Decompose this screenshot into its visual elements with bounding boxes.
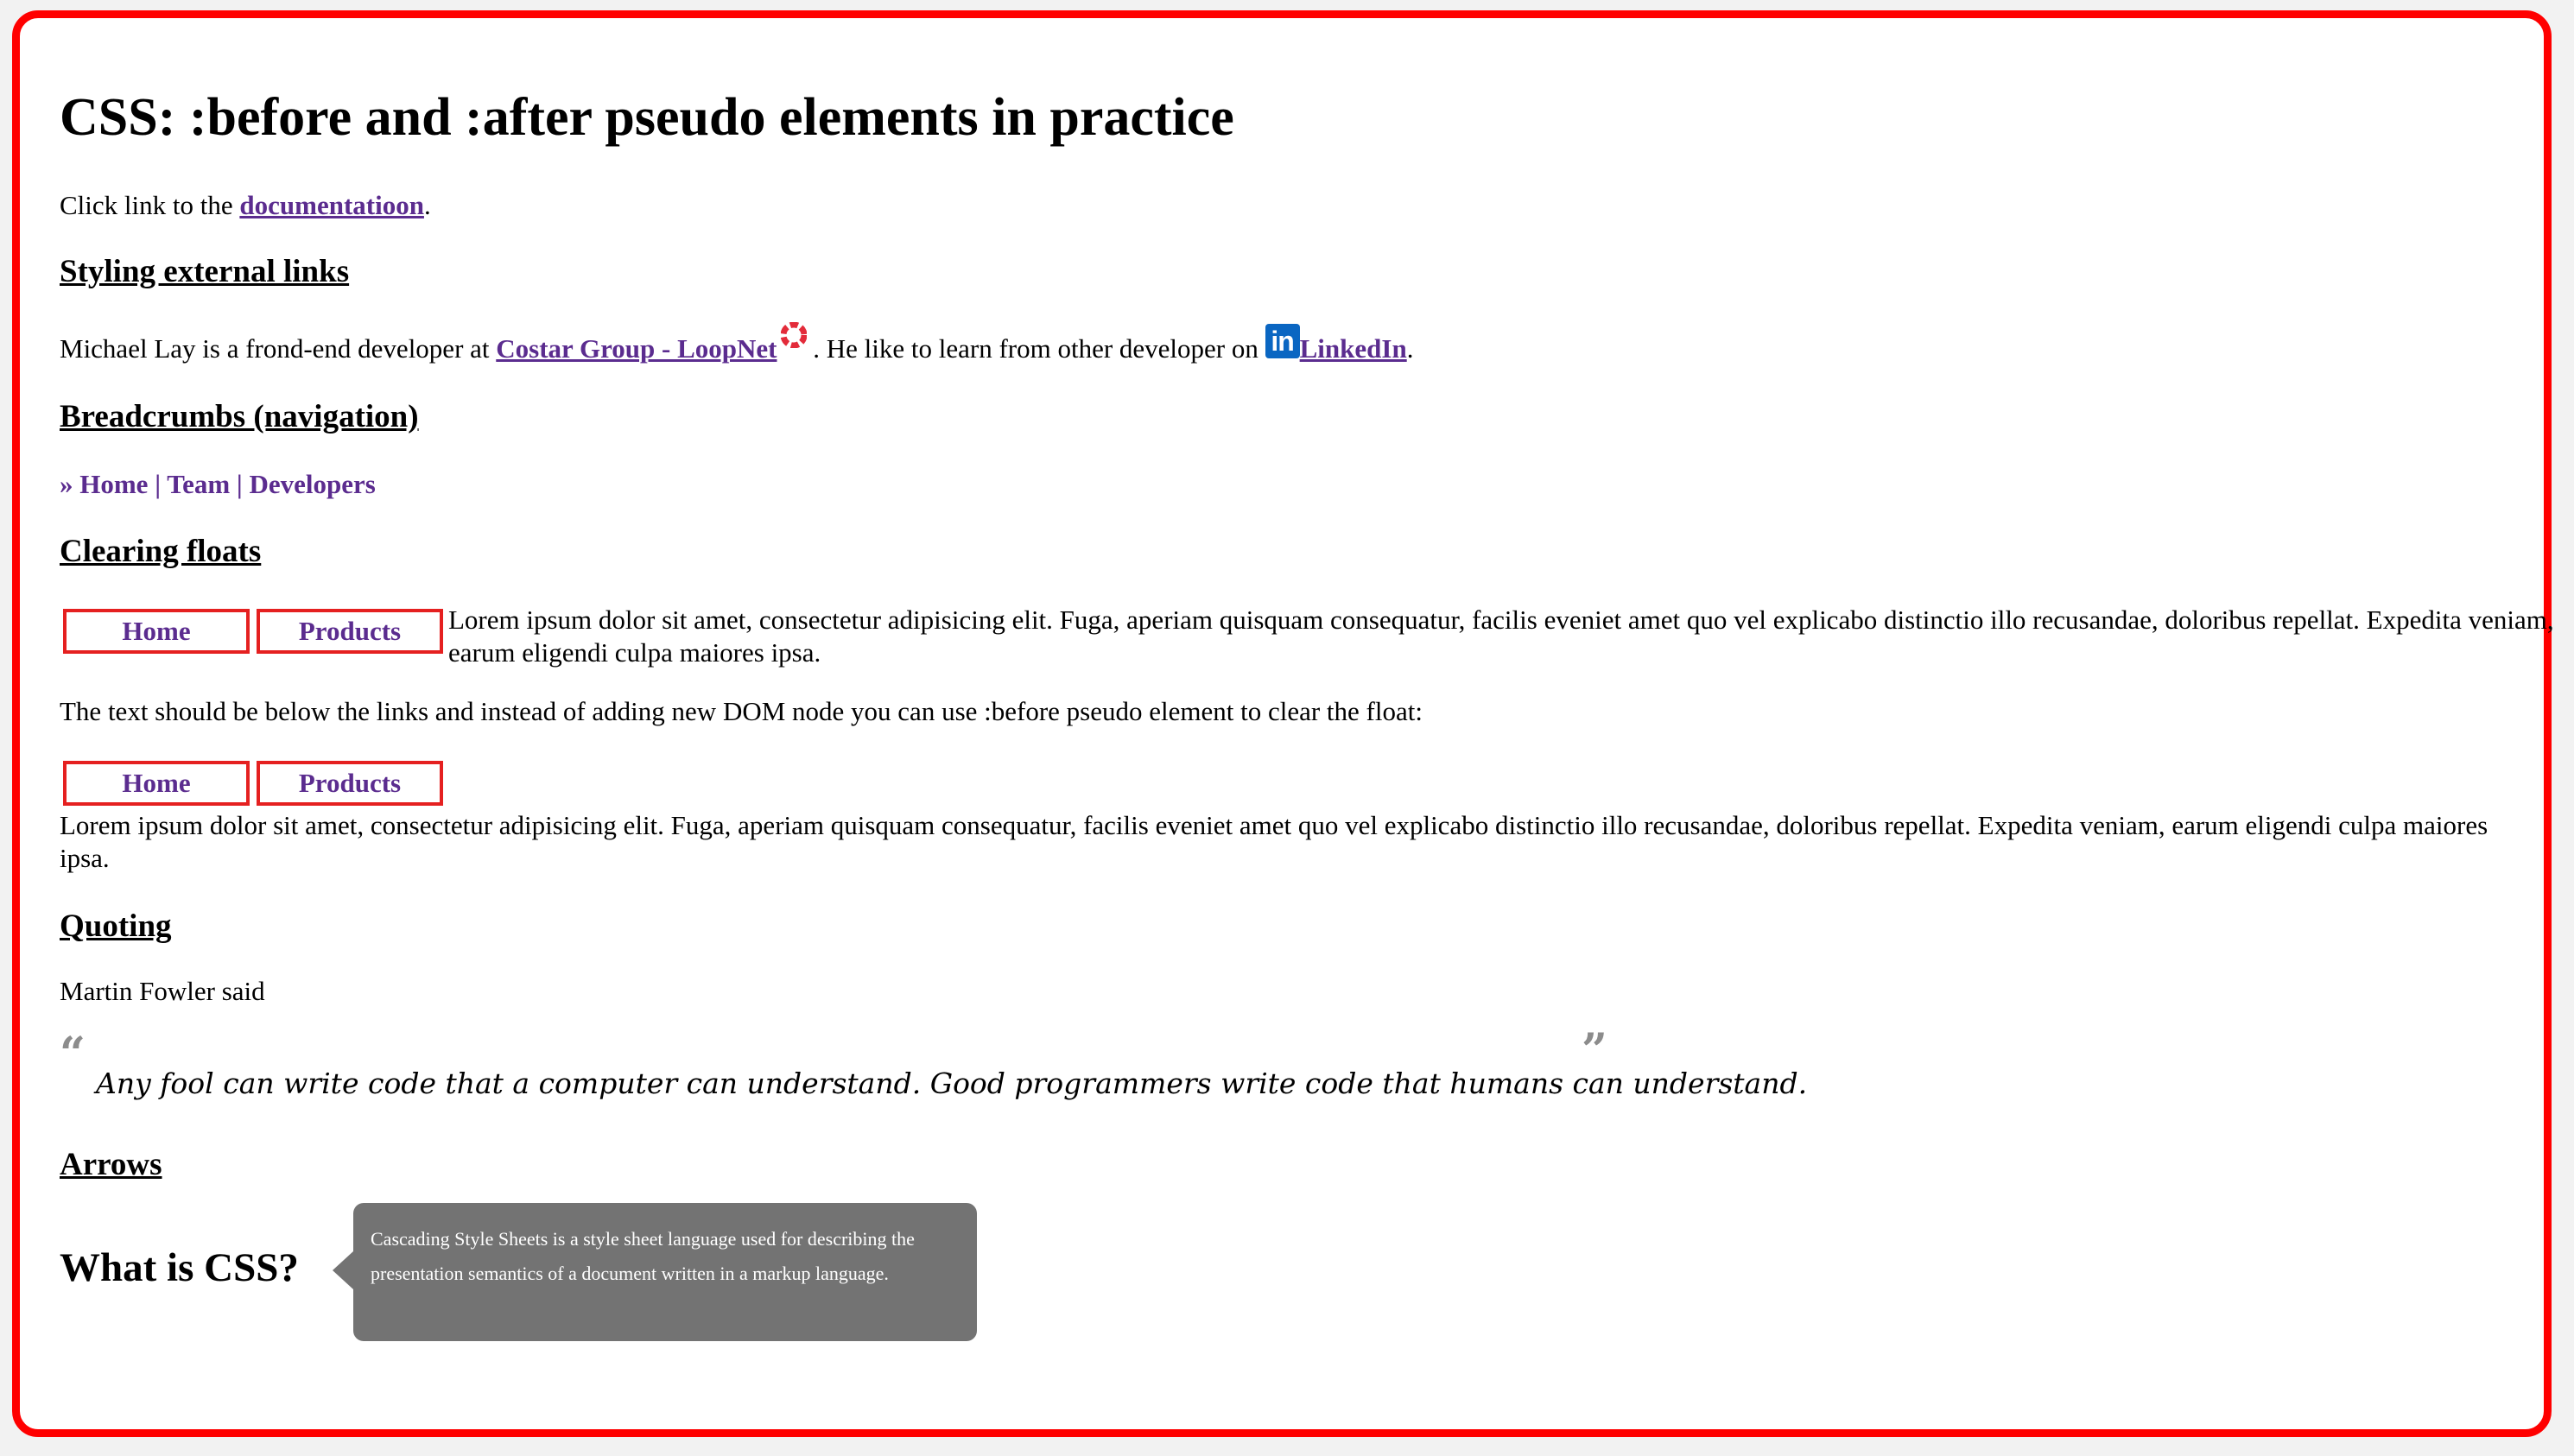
section-heading-arrows: Arrows <box>60 1147 162 1182</box>
breadcrumb: » Home | Team | Developers <box>60 469 376 500</box>
documentation-link[interactable]: documentatioon <box>239 190 424 220</box>
quote-text: Any fool can write code that a computer … <box>96 1067 1808 1100</box>
loopnet-link[interactable]: Costar Group - LoopNet <box>496 333 777 364</box>
page-title: CSS: :before and :after pseudo elements … <box>60 88 1234 147</box>
external-text-3: . <box>1406 333 1414 364</box>
external-links-paragraph: Michael Lay is a frond-end developer at … <box>60 322 1414 365</box>
float-nav-home-button[interactable]: Home <box>63 609 250 654</box>
clear-nav-home-button[interactable]: Home <box>63 761 250 806</box>
blockquote: “ Any fool can write code that a compute… <box>60 1024 1807 1103</box>
breadcrumb-home[interactable]: Home <box>79 469 148 499</box>
section-heading-quoting: Quoting <box>60 908 172 944</box>
intro-suffix: . <box>423 190 431 220</box>
intro-paragraph: Click link to the documentatioon. <box>60 189 431 222</box>
float-lorem-paragraph: Lorem ipsum dolor sit amet, consectetur … <box>448 605 2554 668</box>
linkedin-icon: in <box>1265 324 1300 358</box>
what-is-css-heading: What is CSS? <box>60 1245 299 1290</box>
clear-nav-products-button[interactable]: Products <box>257 761 443 806</box>
breadcrumb-separator: | <box>148 469 168 499</box>
breadcrumb-separator: | <box>230 469 250 499</box>
close-quote-mark: ” <box>1582 1024 1607 1077</box>
section-heading-clearing-floats: Clearing floats <box>60 534 262 569</box>
open-quote-mark: “ <box>60 1028 86 1080</box>
breadcrumb-team[interactable]: Team <box>167 469 230 499</box>
section-heading-breadcrumbs: Breadcrumbs (navigation) <box>60 399 419 434</box>
clear-float-explanation: The text should be below the links and i… <box>60 696 1423 726</box>
breadcrumb-prefix: » <box>60 469 80 499</box>
external-text-1: Michael Lay is a frond-end developer at <box>60 333 497 364</box>
page-frame: CSS: :before and :after pseudo elements … <box>12 10 2554 1437</box>
quote-author-line: Martin Fowler said <box>60 976 265 1006</box>
css-tooltip: Cascading Style Sheets is a style sheet … <box>333 1203 977 1341</box>
intro-prefix: Click link to the <box>60 190 240 220</box>
loopnet-logo-icon <box>780 322 807 348</box>
external-text-2: . He like to learn from other developer … <box>806 333 1265 364</box>
clear-lorem-paragraph: Lorem ipsum dolor sit amet, consectetur … <box>60 810 2488 873</box>
float-nav-products-button[interactable]: Products <box>257 609 443 654</box>
linkedin-link[interactable]: LinkedIn <box>1300 333 1407 364</box>
section-heading-external-links: Styling external links <box>60 254 350 289</box>
breadcrumb-developers[interactable]: Developers <box>249 469 375 499</box>
